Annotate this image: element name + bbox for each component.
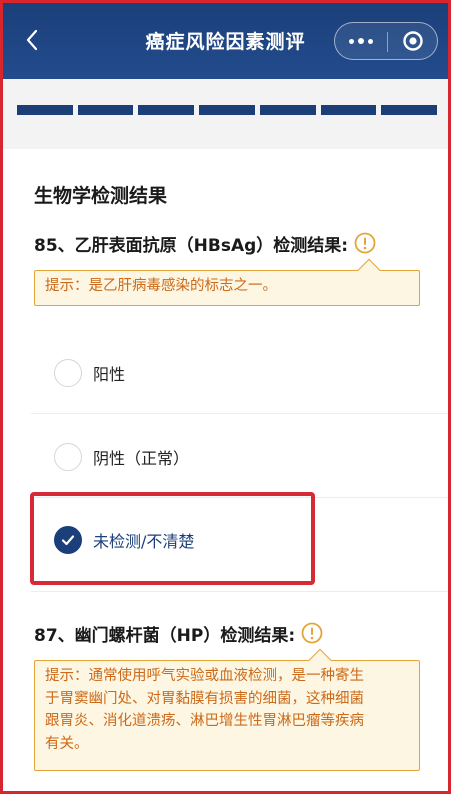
tip-line: 跟胃炎、消化道溃疡、淋巴增生性胃淋巴瘤等疾病 [45,713,364,729]
option-positive[interactable]: 阳性 [3,342,448,404]
tip-text-85: 提示：是乙肝病毒感染的标志之一。 [45,278,277,294]
tip-box-87: 提示：通常使用呼气实验或血液检测，是一种寄生 于胃窦幽门处、对胃黏膜有损害的细菌… [34,648,420,771]
app-frame: 癌症风险因素测评 生物学检测结果 85、乙肝表面抗原（HBsAg）检测结果: 提… [0,0,451,794]
warning-circle-icon [354,232,376,254]
more-dots-icon [349,38,373,44]
tip-line: 提示：通常使用呼气实验或血液检测，是一种寄生 [45,668,364,684]
question-87-label: 87、幽门螺杆菌（HP）检测结果: [34,626,296,646]
question-85-label: 85、乙肝表面抗原（HBsAg）检测结果: [34,236,349,256]
progress-segment [381,105,438,115]
progress-segment [138,105,195,115]
progress-segment [320,105,377,115]
nav-header: 癌症风险因素测评 [3,3,448,79]
warning-circle-icon [301,622,323,644]
progress-segment [259,105,316,115]
tip-arrow [357,258,381,282]
section-title: 生物学检测结果 [34,185,168,207]
option-label: 阴性（正常） [93,449,190,468]
option-label: 阳性 [93,365,126,384]
radio-unchecked[interactable] [54,359,82,387]
question-85: 85、乙肝表面抗原（HBsAg）检测结果: [34,231,376,257]
radio-unchecked[interactable] [54,443,82,471]
progress-segment [199,105,255,115]
option-negative[interactable]: 阴性（正常） [3,426,448,488]
highlight-annotation [30,492,315,585]
close-button[interactable] [388,23,438,59]
question-87: 87、幽门螺杆菌（HP）检测结果: [34,621,323,647]
tip-line: 有关。 [45,735,89,752]
tip-box-85: 提示：是乙肝病毒感染的标志之一。 [34,258,420,306]
divider [31,591,448,592]
hint-button[interactable] [354,232,376,254]
progress-segment [17,105,73,115]
more-button[interactable] [335,23,387,59]
hint-button[interactable] [301,622,323,644]
mini-program-capsule [334,22,438,60]
tip-line: 于胃窦幽门处、对胃黏膜有损害的细菌，这种细菌 [45,690,364,707]
progress-segment [77,105,134,115]
progress-bar [17,105,438,115]
target-circle-icon [403,31,423,51]
divider [31,413,448,414]
